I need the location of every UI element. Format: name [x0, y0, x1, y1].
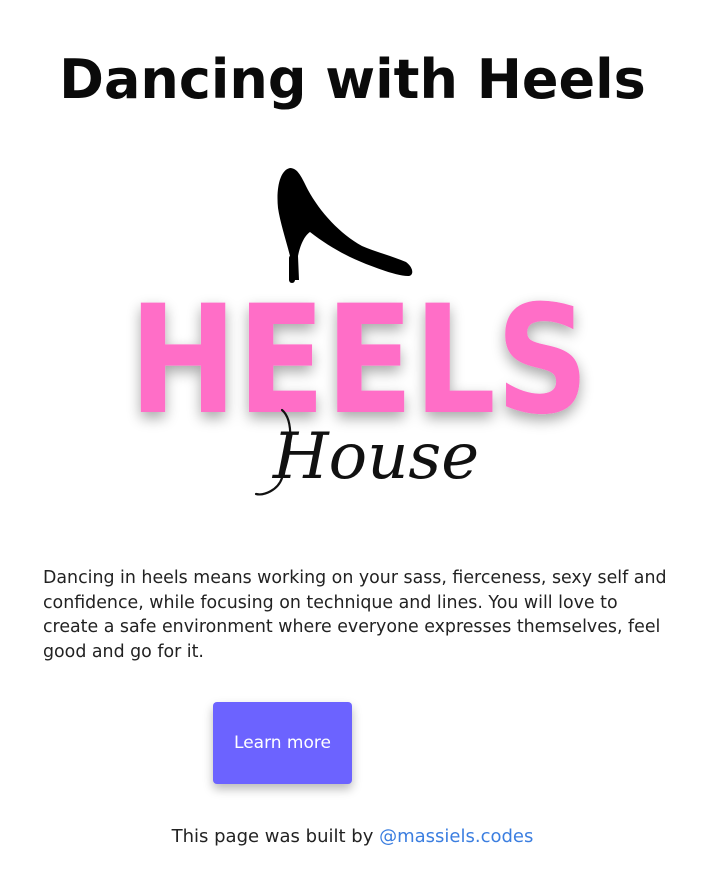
heels-house-logo: HEELS House — [114, 160, 604, 510]
high-heel-shoe-icon — [277, 168, 413, 283]
description-text: Dancing in heels means working on your s… — [43, 568, 667, 662]
footer: This page was built by @massiels.codes — [0, 823, 705, 851]
learn-more-button[interactable]: Learn more — [213, 702, 352, 784]
footer-prefix: This page was built by — [171, 826, 380, 847]
house-script: House — [272, 420, 479, 494]
author-link[interactable]: @massiels.codes — [379, 826, 533, 847]
page: Dancing with Heels HEELS House Dancing i… — [0, 0, 705, 869]
page-title: Dancing with Heels — [59, 48, 646, 111]
